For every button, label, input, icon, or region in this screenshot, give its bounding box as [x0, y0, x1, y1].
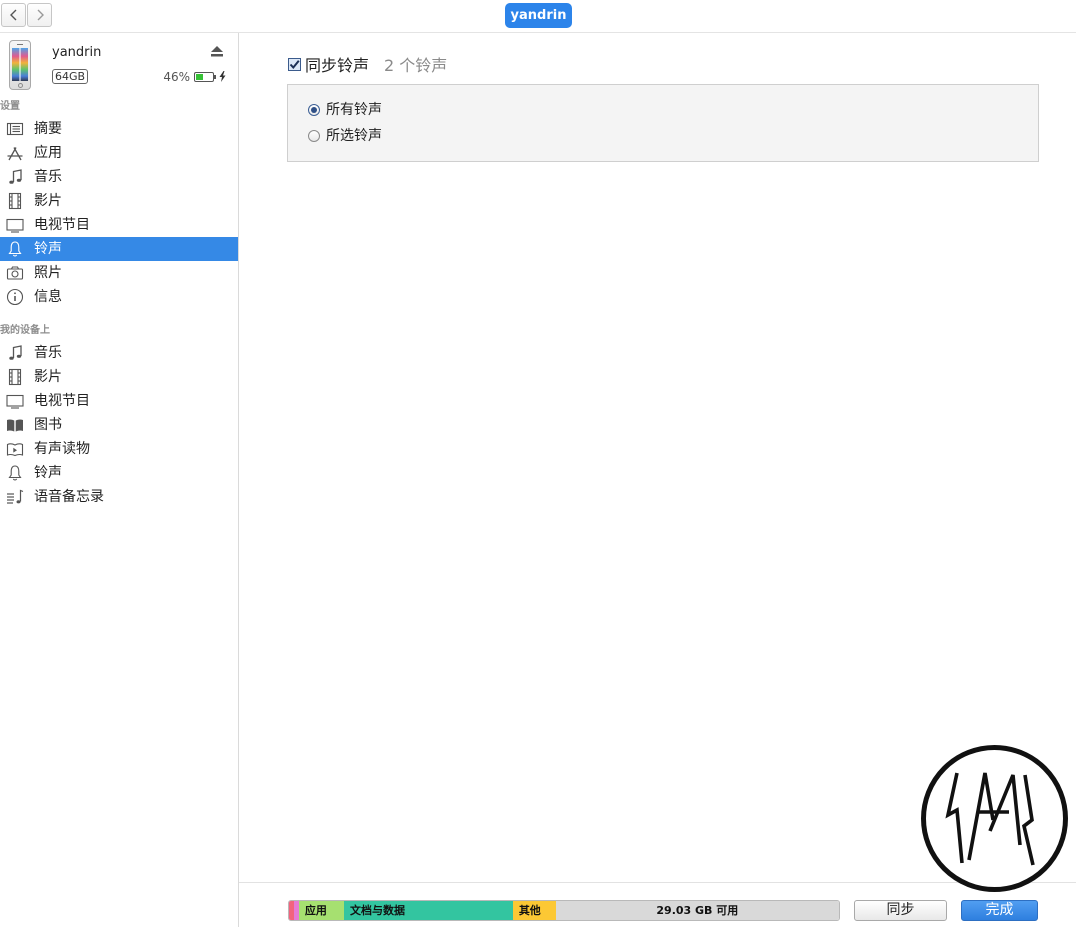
- sidebar-item-apps[interactable]: 应用: [0, 141, 238, 165]
- chevron-left-icon: [9, 9, 16, 21]
- sidebar-item-label: 照片: [34, 265, 62, 281]
- apps-icon: [6, 144, 24, 162]
- sidebar-item-label: 语音备忘录: [34, 489, 104, 505]
- summary-icon: [6, 120, 24, 138]
- sidebar-item-label: 影片: [34, 369, 62, 385]
- sidebar-item-label: 铃声: [34, 465, 62, 481]
- radio-selected-tones[interactable]: [308, 130, 320, 142]
- sidebar-item-music[interactable]: 音乐: [0, 165, 238, 189]
- tv-icon: [6, 216, 24, 234]
- capacity-badge: 64GB: [52, 69, 88, 84]
- music-icon: [6, 344, 24, 362]
- device-button[interactable]: yandrin: [505, 3, 572, 28]
- film-icon: [6, 192, 24, 210]
- phone-speaker: [17, 44, 23, 45]
- phone-home-button: [18, 83, 23, 88]
- sync-options-panel: 所有铃声 所选铃声: [287, 84, 1039, 162]
- bell-icon: [6, 464, 24, 482]
- sidebar-item-device-movies[interactable]: 影片: [0, 365, 238, 389]
- sidebar-item-label: 信息: [34, 289, 62, 305]
- sidebar-item-info[interactable]: 信息: [0, 285, 238, 309]
- done-button[interactable]: 完成: [961, 900, 1038, 921]
- sidebar-item-label: 影片: [34, 193, 62, 209]
- sidebar-item-device-voice-memos[interactable]: 语音备忘录: [0, 485, 238, 509]
- sidebar-item-label: 电视节目: [34, 393, 90, 409]
- sidebar-item-label: 电视节目: [34, 217, 90, 233]
- sidebar-item-label: 图书: [34, 417, 62, 433]
- book-icon: [6, 416, 24, 434]
- option-selected-tones[interactable]: 所选铃声: [288, 125, 588, 149]
- section-title-on-device: 我的设备上: [0, 325, 50, 336]
- sync-tones-checkbox[interactable]: [288, 58, 301, 71]
- storage-bar: 应用 文档与数据 其他 29.03 GB 可用: [288, 900, 840, 921]
- iphone-icon: [9, 40, 31, 90]
- storage-segment-documents: 文档与数据: [343, 901, 513, 920]
- battery-icon: [194, 72, 214, 82]
- sidebar-item-photos[interactable]: 照片: [0, 261, 238, 285]
- device-name[interactable]: yandrin: [52, 45, 101, 61]
- phone-screen: [12, 48, 28, 81]
- option-label: 所有铃声: [326, 102, 382, 118]
- sidebar-item-device-books[interactable]: 图书: [0, 413, 238, 437]
- storage-segment-other: 其他: [512, 901, 556, 920]
- sync-tones-label[interactable]: 同步铃声: [305, 57, 369, 75]
- camera-icon: [6, 264, 24, 282]
- settings-list: 摘要 应用 音乐 影片 电视节目 铃声 照片 信息: [0, 117, 238, 309]
- sidebar-item-device-tones[interactable]: 铃声: [0, 461, 238, 485]
- sidebar-item-tv-shows[interactable]: 电视节目: [0, 213, 238, 237]
- charging-icon: [219, 71, 226, 82]
- eject-icon[interactable]: [211, 46, 223, 57]
- sidebar-item-device-music[interactable]: 音乐: [0, 341, 238, 365]
- sync-button[interactable]: 同步: [854, 900, 947, 921]
- sidebar-item-label: 摘要: [34, 121, 62, 137]
- sidebar-item-label: 应用: [34, 145, 62, 161]
- info-icon: [6, 288, 24, 306]
- toolbar: yandrin: [0, 0, 1076, 33]
- section-title-settings: 设置: [0, 101, 20, 112]
- forward-button[interactable]: [27, 3, 52, 27]
- chevron-right-icon: [37, 9, 44, 21]
- battery-tip: [214, 75, 216, 79]
- on-device-list: 音乐 影片 电视节目 图书 有声读物 铃声 语音备忘录: [0, 341, 238, 509]
- sidebar-item-summary[interactable]: 摘要: [0, 117, 238, 141]
- storage-segment-apps: 应用: [298, 901, 344, 920]
- storage-segment-free: 29.03 GB 可用: [555, 901, 839, 920]
- battery-percent: 46%: [163, 70, 190, 84]
- tv-icon: [6, 392, 24, 410]
- sidebar-item-device-tv-shows[interactable]: 电视节目: [0, 389, 238, 413]
- sidebar-item-label: 音乐: [34, 345, 62, 361]
- option-all-tones[interactable]: 所有铃声: [288, 99, 588, 123]
- sidebar-item-tones[interactable]: 铃声: [0, 237, 238, 261]
- back-button[interactable]: [1, 3, 26, 27]
- sync-tones-row: 同步铃声 2 个铃声: [288, 57, 588, 75]
- sidebar: yandrin 64GB 46% 设置 摘要 应用 音乐 影片 电视节目 铃声 …: [0, 33, 239, 927]
- film-icon: [6, 368, 24, 386]
- watermark-logo: [919, 743, 1070, 894]
- voice-memo-icon: [6, 488, 24, 506]
- sidebar-item-label: 有声读物: [34, 441, 90, 457]
- option-label: 所选铃声: [326, 128, 382, 144]
- bell-icon: [6, 240, 24, 258]
- checkmark-icon: [289, 60, 300, 70]
- audiobook-icon: [6, 440, 24, 458]
- sidebar-item-device-audiobooks[interactable]: 有声读物: [0, 437, 238, 461]
- sidebar-item-label: 铃声: [34, 241, 62, 257]
- sidebar-item-movies[interactable]: 影片: [0, 189, 238, 213]
- battery-level: [196, 74, 204, 80]
- radio-all-tones[interactable]: [308, 104, 320, 116]
- tones-count: 2 个铃声: [384, 56, 448, 75]
- music-icon: [6, 168, 24, 186]
- sidebar-item-label: 音乐: [34, 169, 62, 185]
